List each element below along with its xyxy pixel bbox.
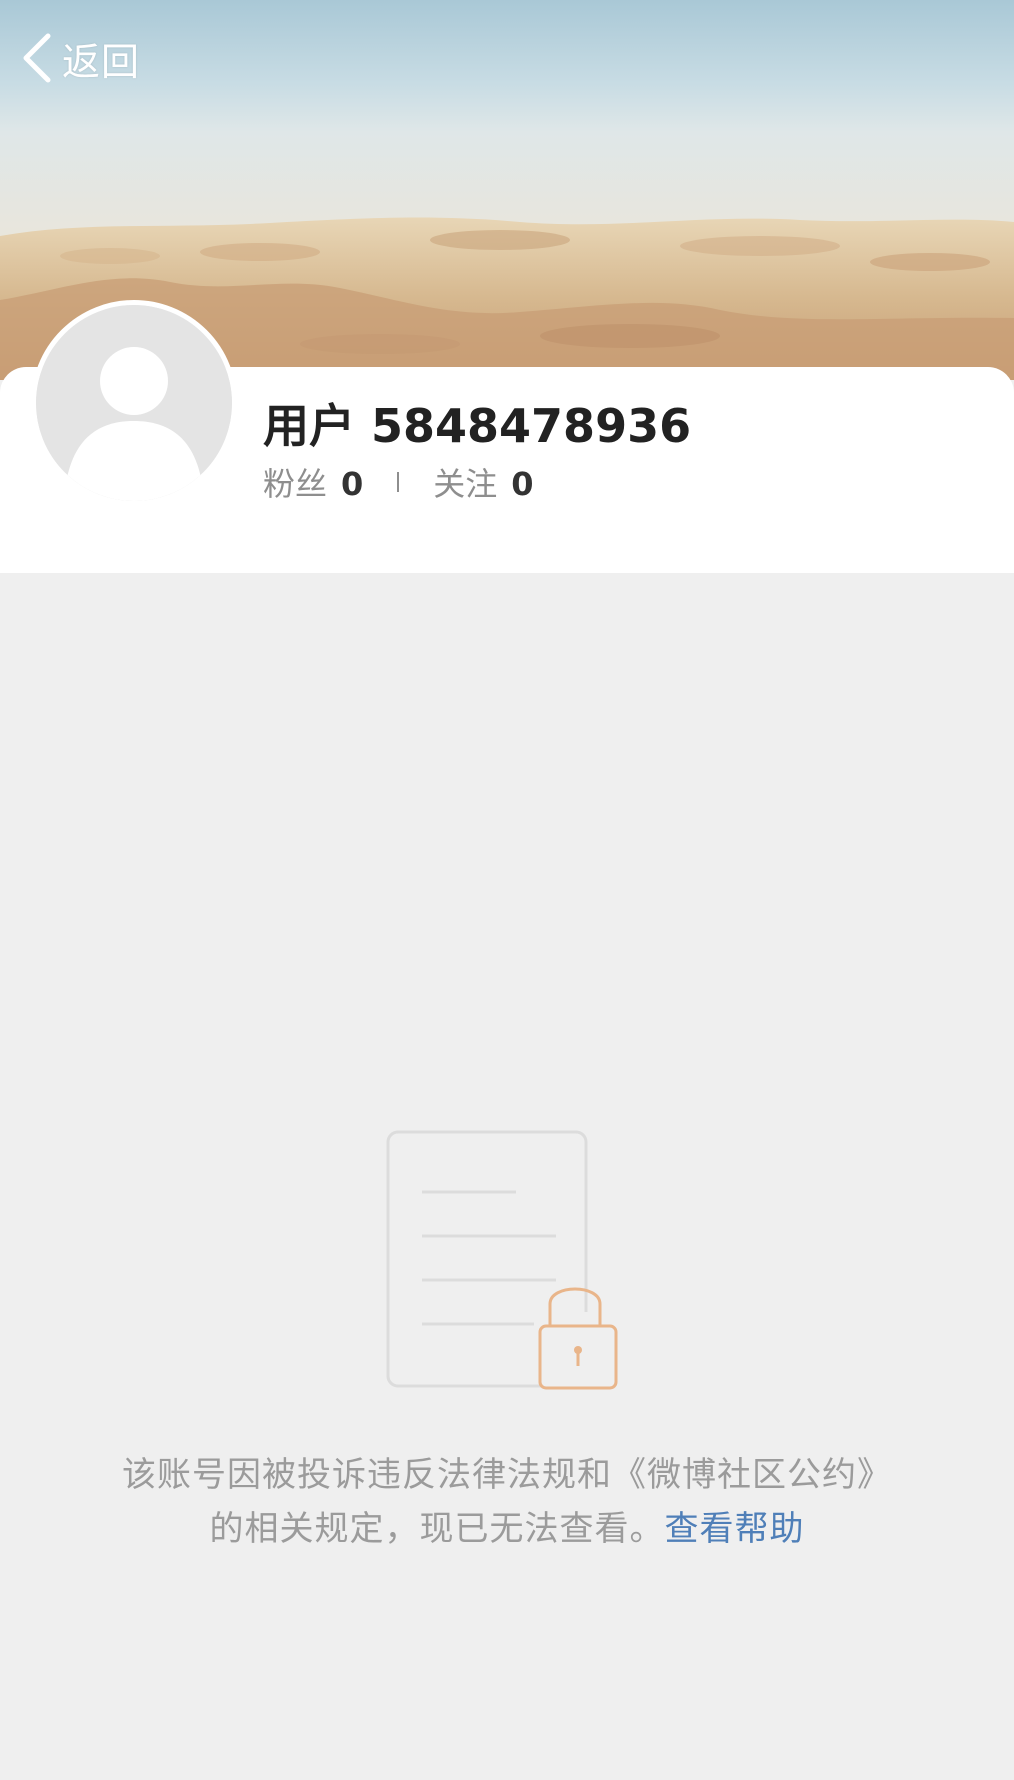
avatar[interactable] <box>31 300 237 506</box>
blocked-notice: 该账号因被投诉违反法律法规和《微博社区公约》的相关规定，现已无法查看。查看帮助 <box>110 1448 904 1556</box>
stats-divider <box>397 472 400 492</box>
followers-stat[interactable]: 粉丝 0 <box>263 459 363 505</box>
back-label: 返回 <box>62 39 141 84</box>
following-stat[interactable]: 关注 0 <box>433 459 533 505</box>
following-label: 关注 <box>433 465 498 503</box>
username: 用户 5848478936 <box>263 399 692 453</box>
following-count: 0 <box>511 465 534 503</box>
chevron-left-icon <box>23 33 51 83</box>
help-link[interactable]: 查看帮助 <box>665 1509 805 1549</box>
default-avatar-icon <box>36 305 232 501</box>
back-button[interactable]: 返回 <box>20 28 140 88</box>
followers-count: 0 <box>341 465 364 503</box>
profile-stats: 粉丝 0 关注 0 <box>263 459 534 505</box>
followers-label: 粉丝 <box>263 465 328 503</box>
locked-document-icon <box>386 1130 618 1390</box>
